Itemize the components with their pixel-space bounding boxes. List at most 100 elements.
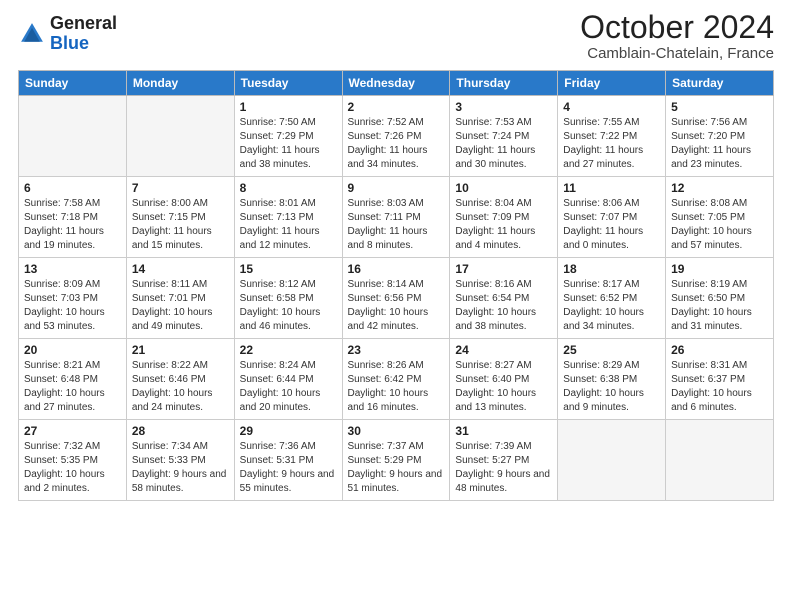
calendar-cell — [126, 96, 234, 177]
day-info: Sunrise: 8:22 AM Sunset: 6:46 PM Dayligh… — [132, 359, 229, 415]
day-info: Sunrise: 7:32 AM Sunset: 5:35 PM Dayligh… — [24, 440, 121, 496]
calendar-cell: 20Sunrise: 8:21 AM Sunset: 6:48 PM Dayli… — [19, 339, 127, 420]
col-tuesday: Tuesday — [234, 71, 342, 96]
calendar-cell: 17 Sunrise: 8:16 AM Sunset: 6:54 PM Dayli… — [450, 258, 558, 339]
calendar-cell: 27 Sunrise: 7:32 AM Sunset: 5:35 PM Dayli… — [19, 420, 127, 501]
calendar-cell: 21Sunrise: 8:22 AM Sunset: 6:46 PM Dayli… — [126, 339, 234, 420]
day-number: 6 — [24, 181, 121, 195]
calendar-cell: 13 Sunrise: 8:09 AM Sunset: 7:03 PM Dayli… — [19, 258, 127, 339]
logo: General Blue — [18, 14, 117, 54]
calendar-cell: 6 Sunrise: 7:58 AM Sunset: 7:18 PM Daylig… — [19, 177, 127, 258]
calendar-cell: 14Sunrise: 8:11 AM Sunset: 7:01 PM Dayli… — [126, 258, 234, 339]
day-info: Sunrise: 8:27 AM Sunset: 6:40 PM Dayligh… — [455, 359, 552, 415]
calendar-week-3: 13 Sunrise: 8:09 AM Sunset: 7:03 PM Dayli… — [19, 258, 774, 339]
calendar-subtitle: Camblain-Chatelain, France — [580, 45, 774, 62]
calendar-cell: 25Sunrise: 8:29 AM Sunset: 6:38 PM Dayli… — [558, 339, 666, 420]
col-sunday: Sunday — [19, 71, 127, 96]
day-info: Sunrise: 8:09 AM Sunset: 7:03 PM Dayligh… — [24, 278, 121, 334]
calendar-cell: 31Sunrise: 7:39 AM Sunset: 5:27 PM Dayli… — [450, 420, 558, 501]
day-number: 26 — [671, 343, 768, 357]
calendar-cell: 2 Sunrise: 7:52 AM Sunset: 7:26 PM Daylig… — [342, 96, 450, 177]
day-info: Sunrise: 8:12 AM Sunset: 6:58 PM Dayligh… — [240, 278, 337, 334]
col-friday: Friday — [558, 71, 666, 96]
day-info: Sunrise: 7:37 AM Sunset: 5:29 PM Dayligh… — [348, 440, 445, 496]
calendar-cell: 16 Sunrise: 8:14 AM Sunset: 6:56 PM Dayli… — [342, 258, 450, 339]
calendar-cell: 3Sunrise: 7:53 AM Sunset: 7:24 PM Daylig… — [450, 96, 558, 177]
day-info: Sunrise: 7:39 AM Sunset: 5:27 PM Dayligh… — [455, 440, 552, 496]
day-info: Sunrise: 7:58 AM Sunset: 7:18 PM Dayligh… — [24, 197, 121, 253]
calendar-cell: 19Sunrise: 8:19 AM Sunset: 6:50 PM Dayli… — [666, 258, 774, 339]
calendar-week-1: 1 Sunrise: 7:50 AM Sunset: 7:29 PM Daylig… — [19, 96, 774, 177]
page: General Blue October 2024 Camblain-Chate… — [0, 0, 792, 612]
logo-general: General — [50, 14, 117, 34]
day-number: 15 — [240, 262, 337, 276]
calendar-cell: 23Sunrise: 8:26 AM Sunset: 6:42 PM Dayli… — [342, 339, 450, 420]
calendar-cell: 7 Sunrise: 8:00 AM Sunset: 7:15 PM Daylig… — [126, 177, 234, 258]
calendar-cell: 1 Sunrise: 7:50 AM Sunset: 7:29 PM Daylig… — [234, 96, 342, 177]
day-info: Sunrise: 8:04 AM Sunset: 7:09 PM Dayligh… — [455, 197, 552, 253]
day-number: 9 — [348, 181, 445, 195]
day-info: Sunrise: 7:34 AM Sunset: 5:33 PM Dayligh… — [132, 440, 229, 496]
day-number: 12 — [671, 181, 768, 195]
day-info: Sunrise: 7:56 AM Sunset: 7:20 PM Dayligh… — [671, 116, 768, 172]
header-row: Sunday Monday Tuesday Wednesday Thursday… — [19, 71, 774, 96]
day-info: Sunrise: 8:21 AM Sunset: 6:48 PM Dayligh… — [24, 359, 121, 415]
col-thursday: Thursday — [450, 71, 558, 96]
day-info: Sunrise: 8:00 AM Sunset: 7:15 PM Dayligh… — [132, 197, 229, 253]
day-info: Sunrise: 8:24 AM Sunset: 6:44 PM Dayligh… — [240, 359, 337, 415]
day-info: Sunrise: 8:26 AM Sunset: 6:42 PM Dayligh… — [348, 359, 445, 415]
day-info: Sunrise: 8:16 AM Sunset: 6:54 PM Dayligh… — [455, 278, 552, 334]
day-info: Sunrise: 7:53 AM Sunset: 7:24 PM Dayligh… — [455, 116, 552, 172]
col-wednesday: Wednesday — [342, 71, 450, 96]
day-number: 30 — [348, 424, 445, 438]
day-number: 16 — [348, 262, 445, 276]
day-info: Sunrise: 7:55 AM Sunset: 7:22 PM Dayligh… — [563, 116, 660, 172]
calendar-week-5: 27 Sunrise: 7:32 AM Sunset: 5:35 PM Dayli… — [19, 420, 774, 501]
day-number: 17 — [455, 262, 552, 276]
day-info: Sunrise: 8:01 AM Sunset: 7:13 PM Dayligh… — [240, 197, 337, 253]
day-info: Sunrise: 8:19 AM Sunset: 6:50 PM Dayligh… — [671, 278, 768, 334]
day-number: 4 — [563, 100, 660, 114]
col-monday: Monday — [126, 71, 234, 96]
day-number: 27 — [24, 424, 121, 438]
day-info: Sunrise: 8:29 AM Sunset: 6:38 PM Dayligh… — [563, 359, 660, 415]
calendar-cell: 15 Sunrise: 8:12 AM Sunset: 6:58 PM Dayli… — [234, 258, 342, 339]
calendar-cell: 4 Sunrise: 7:55 AM Sunset: 7:22 PM Daylig… — [558, 96, 666, 177]
calendar-cell: 9 Sunrise: 8:03 AM Sunset: 7:11 PM Daylig… — [342, 177, 450, 258]
day-number: 13 — [24, 262, 121, 276]
calendar-cell: 22 Sunrise: 8:24 AM Sunset: 6:44 PM Dayli… — [234, 339, 342, 420]
day-info: Sunrise: 7:52 AM Sunset: 7:26 PM Dayligh… — [348, 116, 445, 172]
day-number: 22 — [240, 343, 337, 357]
calendar-cell — [666, 420, 774, 501]
day-number: 28 — [132, 424, 229, 438]
day-info: Sunrise: 7:50 AM Sunset: 7:29 PM Dayligh… — [240, 116, 337, 172]
day-info: Sunrise: 7:36 AM Sunset: 5:31 PM Dayligh… — [240, 440, 337, 496]
day-number: 5 — [671, 100, 768, 114]
day-info: Sunrise: 8:14 AM Sunset: 6:56 PM Dayligh… — [348, 278, 445, 334]
calendar-cell: 24 Sunrise: 8:27 AM Sunset: 6:40 PM Dayli… — [450, 339, 558, 420]
day-info: Sunrise: 8:17 AM Sunset: 6:52 PM Dayligh… — [563, 278, 660, 334]
logo-text: General Blue — [50, 14, 117, 54]
day-number: 11 — [563, 181, 660, 195]
calendar-cell: 28 Sunrise: 7:34 AM Sunset: 5:33 PM Dayli… — [126, 420, 234, 501]
day-number: 1 — [240, 100, 337, 114]
logo-blue: Blue — [50, 34, 117, 54]
calendar-week-4: 20Sunrise: 8:21 AM Sunset: 6:48 PM Dayli… — [19, 339, 774, 420]
day-number: 24 — [455, 343, 552, 357]
day-number: 8 — [240, 181, 337, 195]
day-info: Sunrise: 8:03 AM Sunset: 7:11 PM Dayligh… — [348, 197, 445, 253]
day-info: Sunrise: 8:31 AM Sunset: 6:37 PM Dayligh… — [671, 359, 768, 415]
day-number: 10 — [455, 181, 552, 195]
calendar-table: Sunday Monday Tuesday Wednesday Thursday… — [18, 70, 774, 501]
calendar-cell — [19, 96, 127, 177]
calendar-cell: 29 Sunrise: 7:36 AM Sunset: 5:31 PM Dayli… — [234, 420, 342, 501]
day-info: Sunrise: 8:06 AM Sunset: 7:07 PM Dayligh… — [563, 197, 660, 253]
calendar-cell: 18Sunrise: 8:17 AM Sunset: 6:52 PM Dayli… — [558, 258, 666, 339]
logo-icon — [18, 20, 46, 48]
day-number: 2 — [348, 100, 445, 114]
day-number: 7 — [132, 181, 229, 195]
day-number: 29 — [240, 424, 337, 438]
calendar-title: October 2024 — [580, 10, 774, 45]
calendar-cell: 26 Sunrise: 8:31 AM Sunset: 6:37 PM Dayli… — [666, 339, 774, 420]
day-info: Sunrise: 8:11 AM Sunset: 7:01 PM Dayligh… — [132, 278, 229, 334]
